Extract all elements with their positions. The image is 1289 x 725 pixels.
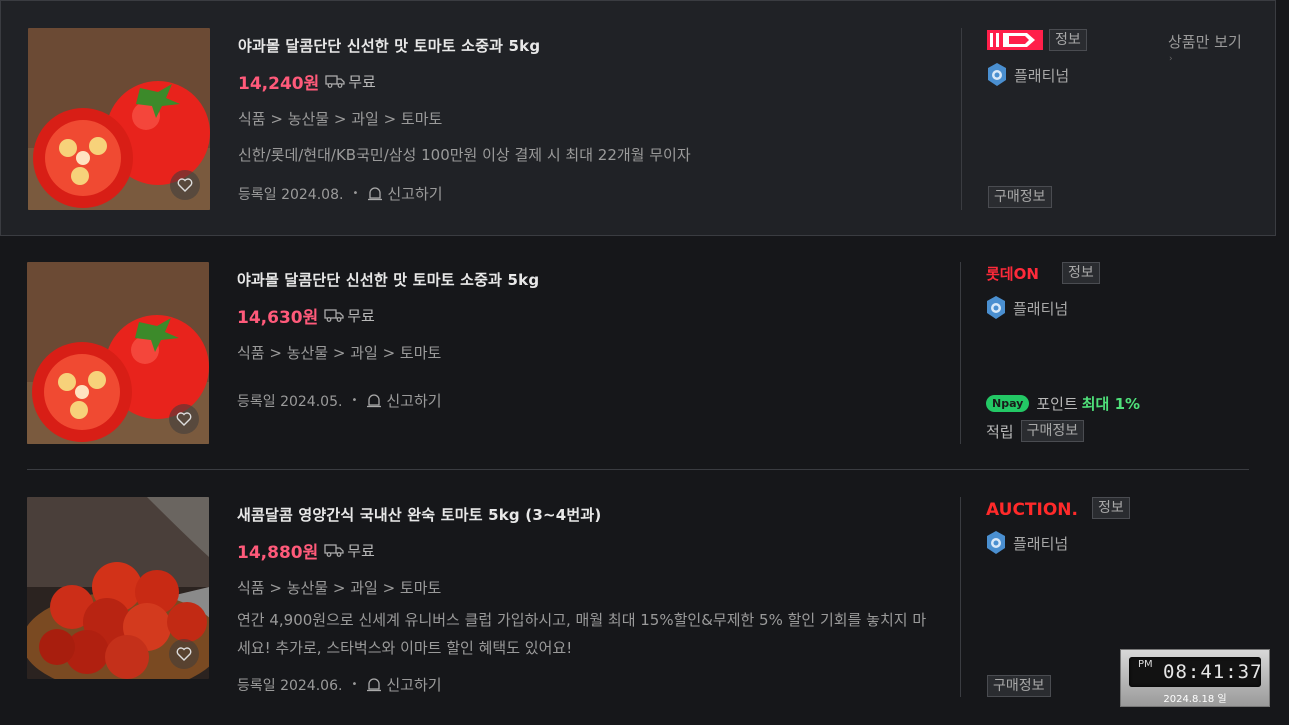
buy-info-button[interactable]: 구매정보: [1020, 420, 1085, 442]
point-label: 포인트: [1036, 395, 1078, 413]
clock-display: PM 08:41:37: [1129, 657, 1263, 687]
separator-dot: •: [351, 395, 358, 406]
separator-dot: •: [351, 679, 358, 690]
lotte-on-logo[interactable]: 롯데ON: [986, 262, 1058, 284]
product-image[interactable]: [27, 262, 209, 444]
product-price: 14,880원: [237, 542, 319, 563]
npay-point-row: Npay 포인트 최대 1%: [986, 393, 1140, 414]
report-link[interactable]: 신고하기: [387, 183, 442, 204]
product-item-1: 야과몰 달콤단단 신선한 맛 토마토 소중과 5kg 14,240원 무료 식품…: [0, 0, 1276, 236]
product-image[interactable]: [27, 497, 209, 679]
info-tag-button[interactable]: 정보: [1049, 29, 1087, 51]
mall-info: 정보 플래티넘: [987, 29, 1087, 87]
clock-ampm: PM: [1138, 659, 1153, 670]
svg-text:롯데ON: 롯데ON: [986, 265, 1039, 283]
truck-icon: [325, 75, 345, 88]
platinum-badge-icon: [988, 63, 1006, 86]
product-title-link[interactable]: 야과몰 달콤단단 신선한 맛 토마토 소중과 5kg: [238, 35, 938, 56]
product-info: 야과몰 달콤단단 신선한 맛 토마토 소중과 5kg 14,240원 무료 식품…: [238, 35, 938, 204]
price-row: 14,630원 무료: [237, 304, 539, 328]
bell-icon: [368, 186, 383, 200]
desktop-clock-widget[interactable]: PM 08:41:37 2024.8.18 일: [1120, 649, 1270, 707]
bell-icon: [367, 393, 382, 407]
product-item-3: 새콤달콤 영양간식 국내산 완숙 토마토 5kg (3~4번과) 14,880원…: [0, 470, 1289, 725]
point-max: 최대 1%: [1081, 395, 1141, 413]
buy-info-button[interactable]: 구매정보: [988, 186, 1052, 208]
wishlist-heart-icon[interactable]: [169, 404, 199, 434]
category-path[interactable]: 식품 > 농산물 > 과일 > 토마토: [238, 108, 938, 129]
shipping-fee: 무료: [347, 541, 375, 560]
product-item-2: 야과몰 달콤단단 신선한 맛 토마토 소중과 5kg 14,630원 무료 식품…: [0, 236, 1289, 470]
product-title-link[interactable]: 야과몰 달콤단단 신선한 맛 토마토 소중과 5kg: [237, 269, 539, 290]
product-info: 새콤달콤 영양간식 국내산 완숙 토마토 5kg (3~4번과) 14,880원…: [237, 504, 937, 695]
column-divider: [960, 497, 961, 697]
product-price: 14,630원: [237, 307, 319, 328]
product-image[interactable]: [28, 28, 210, 210]
grade-label: 플래티넘: [1013, 299, 1069, 318]
meta-row: 등록일 2024.05. • 신고하기: [237, 390, 539, 411]
category-path[interactable]: 식품 > 농산물 > 과일 > 토마토: [237, 342, 539, 363]
product-description: 연간 4,900원으로 신세계 유니버스 클럽 가입하시고, 매월 최대 15%…: [237, 611, 927, 657]
meta-row: 등록일 2024.08. • 신고하기: [238, 183, 938, 204]
report-link[interactable]: 신고하기: [386, 390, 441, 411]
seller-grade: 플래티넘: [986, 531, 1130, 555]
seller-grade: 플래티넘: [987, 63, 1087, 87]
caret-icon: ›: [1169, 54, 1173, 64]
platinum-badge-icon: [987, 531, 1005, 554]
bell-icon: [367, 677, 382, 691]
shipping-fee: 무료: [347, 306, 375, 325]
product-info: 야과몰 달콤단단 신선한 맛 토마토 소중과 5kg 14,630원 무료 식품…: [237, 269, 539, 411]
product-price: 14,240원: [238, 73, 320, 94]
mall-info: 롯데ON 정보 플래티넘: [986, 262, 1100, 320]
product-description: 신한/롯데/현대/KB국민/삼성 100만원 이상 결제 시 최대 22개월 무…: [238, 146, 691, 164]
buy-info-button[interactable]: 구매정보: [987, 675, 1051, 697]
svg-text:AUCTION.: AUCTION.: [986, 500, 1078, 519]
grade-label: 플래티넘: [1013, 534, 1069, 553]
accumulate-row: 적립 구매정보: [986, 420, 1085, 442]
column-divider: [960, 262, 961, 444]
report-link[interactable]: 신고하기: [386, 674, 441, 695]
price-row: 14,240원 무료: [238, 70, 938, 94]
accumulate-label: 적립: [986, 422, 1014, 441]
separator-dot: •: [352, 188, 359, 199]
column-divider: [961, 28, 962, 210]
wishlist-heart-icon[interactable]: [169, 639, 199, 669]
wishlist-heart-icon[interactable]: [170, 170, 200, 200]
platinum-badge-icon: [987, 296, 1005, 319]
grade-label: 플래티넘: [1014, 66, 1070, 85]
meta-row: 등록일 2024.06. • 신고하기: [237, 674, 937, 695]
clock-date: 2024.8.18 일: [1163, 694, 1227, 705]
truck-icon: [324, 544, 344, 557]
view-products-only-link[interactable]: 상품만 보기: [1168, 31, 1242, 52]
product-title-link[interactable]: 새콤달콤 영양간식 국내산 완숙 토마토 5kg (3~4번과): [237, 504, 937, 525]
shipping-fee: 무료: [348, 72, 376, 91]
category-path[interactable]: 식품 > 농산물 > 과일 > 토마토: [237, 577, 937, 598]
info-tag-button[interactable]: 정보: [1062, 262, 1100, 284]
price-row: 14,880원 무료: [237, 539, 937, 563]
npay-badge: Npay: [986, 395, 1030, 412]
clock-time: 08:41:37: [1163, 661, 1263, 683]
registration-date: 등록일 2024.06.: [237, 677, 343, 694]
registration-date: 등록일 2024.05.: [237, 393, 343, 410]
info-tag-button[interactable]: 정보: [1092, 497, 1130, 519]
auction-logo[interactable]: AUCTION.: [986, 497, 1088, 519]
seller-grade: 플래티넘: [986, 296, 1100, 320]
truck-icon: [324, 309, 344, 322]
registration-date: 등록일 2024.08.: [238, 186, 344, 203]
mall-info: AUCTION. 정보 플래티넘: [986, 497, 1130, 555]
11st-logo[interactable]: [987, 30, 1043, 50]
